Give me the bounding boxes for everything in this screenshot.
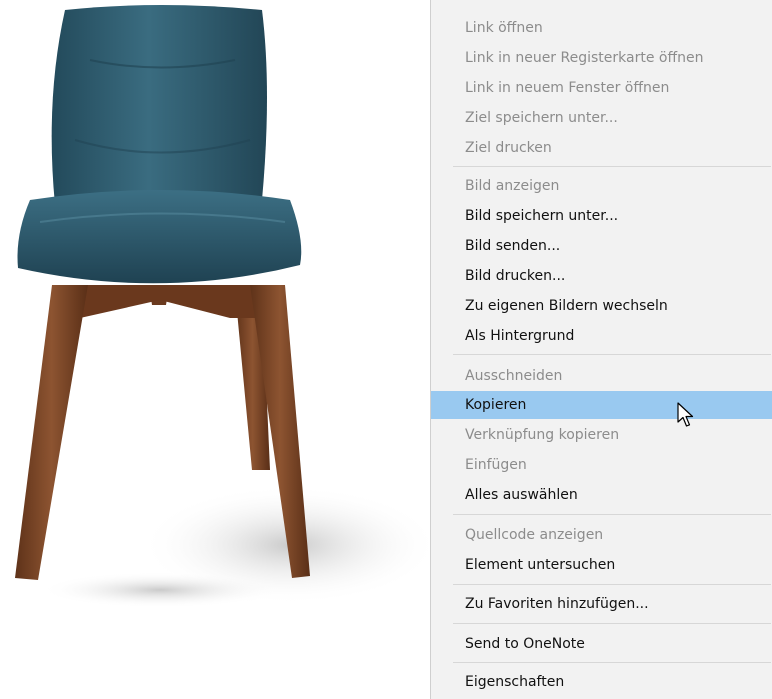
menu-item-link-neues-fenster[interactable]: Link in neuem Fenster öffnen: [431, 74, 772, 102]
menu-item-ziel-speichern[interactable]: Ziel speichern unter...: [431, 104, 772, 132]
menu-item-als-hintergrund[interactable]: Als Hintergrund: [431, 322, 772, 350]
menu-separator: [453, 354, 771, 355]
screen: Link öffnen Link in neuer Registerkarte …: [0, 0, 772, 699]
menu-separator: [453, 584, 771, 585]
menu-item-quellcode-anzeigen[interactable]: Quellcode anzeigen: [431, 521, 772, 549]
menu-item-bild-speichern[interactable]: Bild speichern unter...: [431, 202, 772, 230]
menu-item-link-neue-registerkarte[interactable]: Link in neuer Registerkarte öffnen: [431, 44, 772, 72]
menu-item-einfuegen[interactable]: Einfügen: [431, 451, 772, 479]
menu-item-eigene-bilder[interactable]: Zu eigenen Bildern wechseln: [431, 292, 772, 320]
menu-item-element-untersuchen[interactable]: Element untersuchen: [431, 551, 772, 579]
menu-item-bild-anzeigen[interactable]: Bild anzeigen: [431, 172, 772, 200]
menu-separator: [453, 514, 771, 515]
menu-item-bild-senden[interactable]: Bild senden...: [431, 232, 772, 260]
menu-item-eigenschaften[interactable]: Eigenschaften: [431, 668, 772, 696]
menu-item-ziel-drucken[interactable]: Ziel drucken: [431, 134, 772, 162]
menu-item-verknuepfung-kopieren[interactable]: Verknüpfung kopieren: [431, 421, 772, 449]
menu-separator: [453, 166, 771, 167]
menu-item-bild-drucken[interactable]: Bild drucken...: [431, 262, 772, 290]
menu-separator: [453, 662, 771, 663]
menu-item-alles-auswaehlen[interactable]: Alles auswählen: [431, 481, 772, 509]
mouse-pointer-icon: [677, 402, 694, 427]
chair-image[interactable]: [0, 0, 430, 699]
menu-item-link-oeffnen[interactable]: Link öffnen: [431, 14, 772, 42]
menu-item-kopieren[interactable]: Kopieren: [431, 391, 772, 419]
context-menu: Link öffnen Link in neuer Registerkarte …: [430, 0, 772, 699]
menu-item-ausschneiden[interactable]: Ausschneiden: [431, 362, 772, 390]
menu-item-zu-favoriten[interactable]: Zu Favoriten hinzufügen...: [431, 590, 772, 618]
menu-item-send-to-onenote[interactable]: Send to OneNote: [431, 630, 772, 658]
menu-separator: [453, 623, 771, 624]
